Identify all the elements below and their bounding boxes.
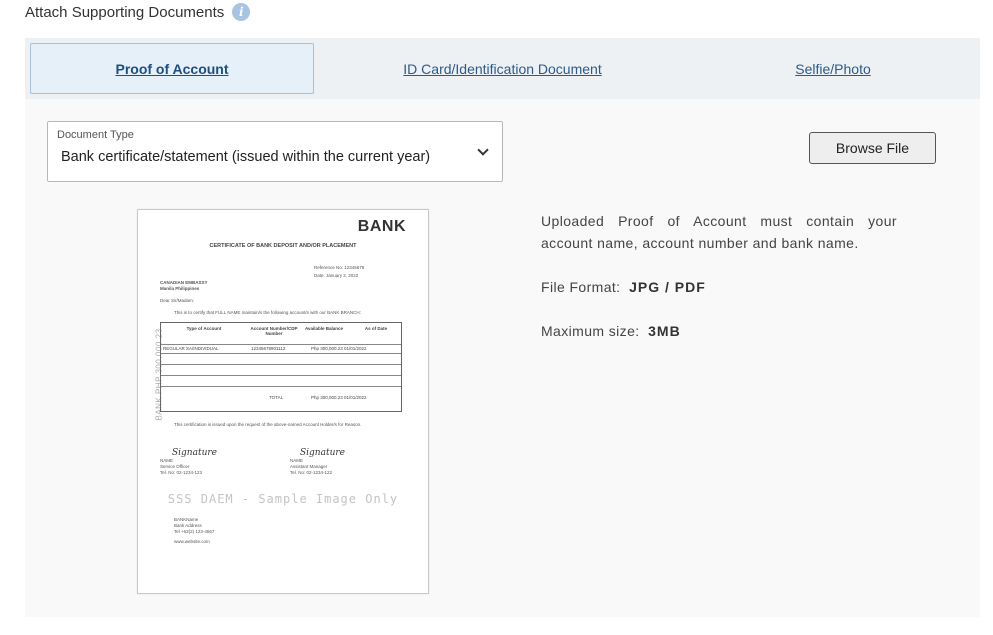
doc-total-label: TOTAL [269,395,284,400]
file-format-value: JPG / PDF [629,279,706,295]
doc-date: Date: January 2, 2022 [314,273,359,278]
chevron-down-icon [477,144,489,156]
doc-sig2-tel: Tel. No: 02-1234-122 [290,470,333,475]
doc-table-line [161,364,401,365]
doc-footer-note: This certification is issued upon the re… [174,422,362,427]
document-type-label: Document Type [57,129,134,141]
doc-signature-2: Signature [300,448,346,458]
document-type-value: Bank certificate/statement (issued withi… [61,149,431,165]
doc-table-line [161,353,401,354]
doc-title: CERTIFICATE OF BANK DEPOSIT AND/OR PLACE… [209,243,357,249]
info-icon[interactable]: i [232,3,251,21]
max-size-label: Maximum size: [541,323,640,339]
doc-row-type: REGULAR SA/INDIVIDUAL [163,346,219,351]
max-size-info: Maximum size: 3MB [541,320,897,342]
section-title: Attach Supporting Documents [25,3,225,21]
document-tabs: Proof of Account ID Card/Identification … [25,38,980,99]
requirements-line-1: Uploaded Proof of Account must contain y… [541,213,897,229]
doc-row-balance: Php 300,000.23 01/01/2022 [311,346,367,351]
doc-th-number: Account Number/CDP Number [250,326,298,336]
doc-addressee-2: Manila Philippines [160,286,200,291]
section-header: Attach Supporting Documents i [25,3,251,21]
requirements-line-2: account name, account number and bank na… [541,235,859,251]
upload-requirements: Uploaded Proof of Account must contain y… [541,210,897,342]
doc-total-value: Php 300,000.23 01/01/2022 [311,395,367,400]
doc-sig1-tel: Tel. No: 02-1234-123 [160,470,203,475]
doc-row-number: 12345678901112 [251,346,286,351]
doc-bank-tel: Tel +63(2) 123-4567 [174,529,215,534]
doc-th-balance: Available Balance [304,326,344,331]
tab-proof-of-account[interactable]: Proof of Account [30,43,314,94]
doc-watermark: SSS DAEM - Sample Image Only [167,492,399,506]
doc-bank-logo: BANK [357,218,406,235]
file-format-label: File Format: [541,279,621,295]
doc-table-line [161,344,401,345]
doc-th-type: Type of Account [186,326,222,331]
doc-account-table: Type of Account Account Number/CDP Numbe… [160,322,402,412]
doc-bank-web: www.website.com [174,539,210,544]
doc-table-line [161,375,401,376]
doc-signature-1: Signature [172,448,218,458]
max-size-value: 3MB [648,323,681,339]
document-type-select[interactable]: Document Type Bank certificate/statement… [47,121,503,182]
doc-th-date: As of Date [364,326,388,331]
requirements-description: Uploaded Proof of Account must contain y… [541,210,897,254]
tab-selfie-photo[interactable]: Selfie/Photo [735,43,931,94]
file-format-info: File Format: JPG / PDF [541,276,897,298]
doc-intro: This is to certify that FULL NAME mainta… [174,310,361,315]
doc-salutation: Dear Sir/Madam: [160,298,195,303]
sample-document-image: BANK CERTIFICATE OF BANK DEPOSIT AND/OR … [137,209,429,594]
browse-file-button[interactable]: Browse File [809,132,936,164]
doc-table-line [161,386,401,387]
doc-reference: Reference No: 12345678 [314,265,365,270]
tab-id-card[interactable]: ID Card/Identification Document [355,43,650,94]
